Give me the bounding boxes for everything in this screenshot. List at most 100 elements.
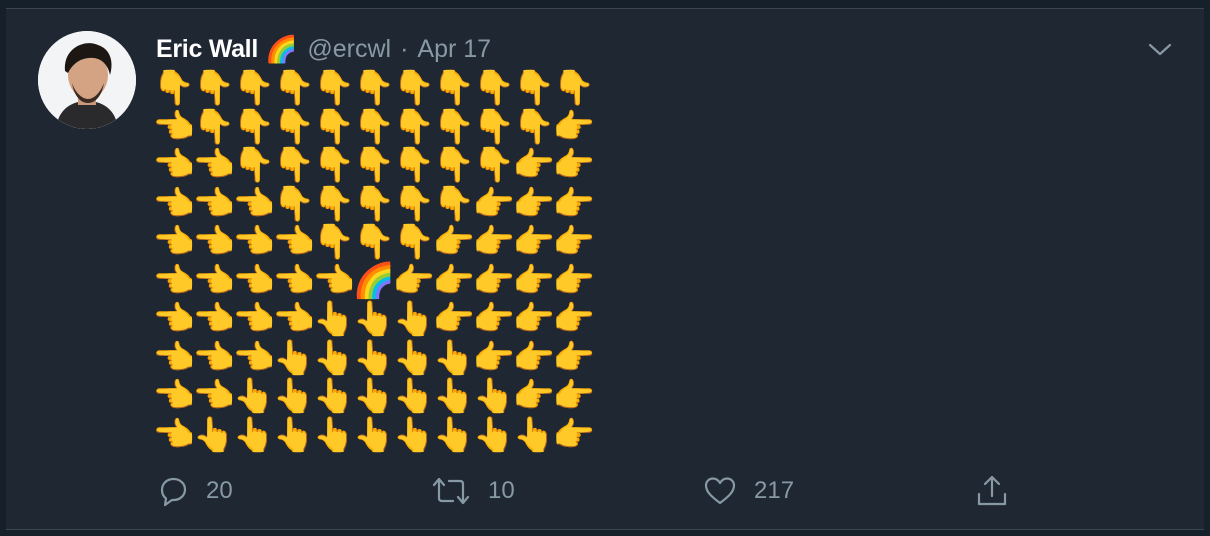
pointing-hand-emoji: 👆 <box>352 299 396 340</box>
pointing-hand-emoji: 👆 <box>232 376 276 417</box>
tweet-actions: 20 10 217 <box>156 471 1204 511</box>
pointing-hand-emoji: 👉 <box>512 376 556 417</box>
pointing-hand-emoji: 👇 <box>512 68 556 109</box>
pointing-hand-emoji: 👈 <box>152 414 196 455</box>
separator-dot: · <box>400 34 409 63</box>
pointing-hand-emoji: 👈 <box>192 260 236 301</box>
pointing-hand-emoji: 👉 <box>472 183 516 224</box>
pointing-hand-emoji: 👆 <box>392 414 436 455</box>
pointing-hand-emoji: 👆 <box>272 376 316 417</box>
pointing-hand-emoji: 👇 <box>392 183 436 224</box>
pointing-hand-emoji: 👆 <box>392 337 436 378</box>
pointing-hand-emoji: 👇 <box>232 68 276 109</box>
rainbow-emoji: 🌈 <box>264 34 298 64</box>
pointing-hand-emoji: 👈 <box>152 106 196 147</box>
pointing-hand-emoji: 👉 <box>552 299 596 340</box>
retweet-icon <box>432 477 470 505</box>
pointing-hand-emoji: 👆 <box>352 376 396 417</box>
retweet-button[interactable]: 10 <box>430 471 515 511</box>
pointing-hand-emoji: 👈 <box>152 260 196 301</box>
pointing-hand-emoji: 👇 <box>312 183 356 224</box>
pointing-hand-emoji: 👈 <box>192 337 236 378</box>
share-button[interactable] <box>974 471 1010 511</box>
pointing-hand-emoji: 👉 <box>512 299 556 340</box>
pointing-hand-emoji: 👈 <box>152 299 196 340</box>
pointing-hand-emoji: 👆 <box>392 376 436 417</box>
pointing-hand-emoji: 👆 <box>472 414 516 455</box>
pointing-hand-emoji: 👇 <box>232 145 276 186</box>
tweet-menu-button[interactable] <box>1146 39 1174 61</box>
avatar[interactable] <box>38 31 136 129</box>
pointing-hand-emoji: 👇 <box>432 145 476 186</box>
pointing-hand-emoji: 👉 <box>552 183 596 224</box>
pointing-hand-emoji: 👉 <box>552 222 596 263</box>
pointing-hand-emoji: 👇 <box>312 68 356 109</box>
pointing-hand-emoji: 👉 <box>552 260 596 301</box>
reply-button[interactable]: 20 <box>156 471 233 511</box>
pointing-hand-emoji: 👇 <box>272 145 316 186</box>
like-count: 217 <box>754 477 795 504</box>
chevron-down-icon <box>1148 43 1172 56</box>
pointing-hand-emoji: 👈 <box>272 222 316 263</box>
pointing-hand-emoji: 👇 <box>152 68 196 109</box>
pointing-hand-emoji: 👆 <box>472 376 516 417</box>
pointing-hand-emoji: 👉 <box>472 222 516 263</box>
pointing-hand-emoji: 👆 <box>232 414 276 455</box>
pointing-hand-emoji: 👉 <box>552 414 596 455</box>
pointing-hand-emoji: 👆 <box>512 414 556 455</box>
pointing-hand-emoji: 👆 <box>432 337 476 378</box>
pointing-hand-emoji: 👇 <box>352 222 396 263</box>
pointing-hand-emoji: 👈 <box>192 376 236 417</box>
pointing-hand-emoji: 👈 <box>232 337 276 378</box>
pointing-hand-emoji: 👇 <box>472 68 516 109</box>
pointing-hand-emoji: 👈 <box>232 299 276 340</box>
pointing-hand-emoji: 👇 <box>352 183 396 224</box>
pointing-hand-emoji: 👆 <box>312 414 356 455</box>
pointing-hand-emoji: 👇 <box>472 145 516 186</box>
avatar-image <box>38 31 136 129</box>
pointing-hand-emoji: 👇 <box>272 183 316 224</box>
pointing-hand-emoji: 👉 <box>552 376 596 417</box>
pointing-hand-emoji: 👇 <box>312 145 356 186</box>
pointing-hand-emoji: 👉 <box>512 222 556 263</box>
rainbow-emoji: 🌈 <box>352 260 396 301</box>
pointing-hand-emoji: 👉 <box>512 260 556 301</box>
pointing-hand-emoji: 👇 <box>432 106 476 147</box>
pointing-hand-emoji: 👈 <box>232 222 276 263</box>
retweet-count: 10 <box>488 477 515 504</box>
author-handle[interactable]: @ercwl <box>307 35 391 64</box>
heart-icon <box>704 477 736 505</box>
pointing-hand-emoji: 👇 <box>352 68 396 109</box>
pointing-hand-emoji: 👉 <box>472 337 516 378</box>
pointing-hand-emoji: 👇 <box>192 68 236 109</box>
pointing-hand-emoji: 👈 <box>152 183 196 224</box>
pointing-hand-emoji: 👇 <box>392 106 436 147</box>
pointing-hand-emoji: 👉 <box>472 260 516 301</box>
pointing-hand-emoji: 👇 <box>432 68 476 109</box>
pointing-hand-emoji: 👉 <box>512 183 556 224</box>
pointing-hand-emoji: 👈 <box>232 260 276 301</box>
pointing-hand-emoji: 👈 <box>152 376 196 417</box>
pointing-hand-emoji: 👈 <box>192 299 236 340</box>
tweet-date[interactable]: Apr 17 <box>417 35 491 64</box>
author-name[interactable]: Eric Wall <box>156 35 258 64</box>
pointing-hand-emoji: 👇 <box>272 68 316 109</box>
pointing-hand-emoji: 👇 <box>552 68 596 109</box>
pointing-hand-emoji: 👆 <box>272 414 316 455</box>
pointing-hand-emoji: 👆 <box>312 337 356 378</box>
pointing-hand-emoji: 👈 <box>192 183 236 224</box>
tweet-card[interactable]: Eric Wall 🌈 @ercwl · Apr 17 👇 👇 👇 👇 👇 👇 👇 👇 👇 👇 👇 👈… <box>6 8 1204 530</box>
pointing-hand-emoji: 👇 <box>392 145 436 186</box>
pointing-hand-emoji: 👇 <box>192 106 236 147</box>
pointing-hand-emoji: 👆 <box>312 299 356 340</box>
pointing-hand-emoji: 👆 <box>432 376 476 417</box>
tweet-header: Eric Wall 🌈 @ercwl · Apr 17 <box>156 33 491 65</box>
pointing-hand-emoji: 👆 <box>432 414 476 455</box>
like-button[interactable]: 217 <box>702 471 794 511</box>
pointing-hand-emoji: 👇 <box>272 106 316 147</box>
pointing-hand-emoji: 👆 <box>192 414 236 455</box>
pointing-hand-emoji: 👇 <box>392 222 436 263</box>
pointing-hand-emoji: 👆 <box>352 414 396 455</box>
reply-count: 20 <box>206 477 233 504</box>
pointing-hand-emoji: 👆 <box>352 337 396 378</box>
